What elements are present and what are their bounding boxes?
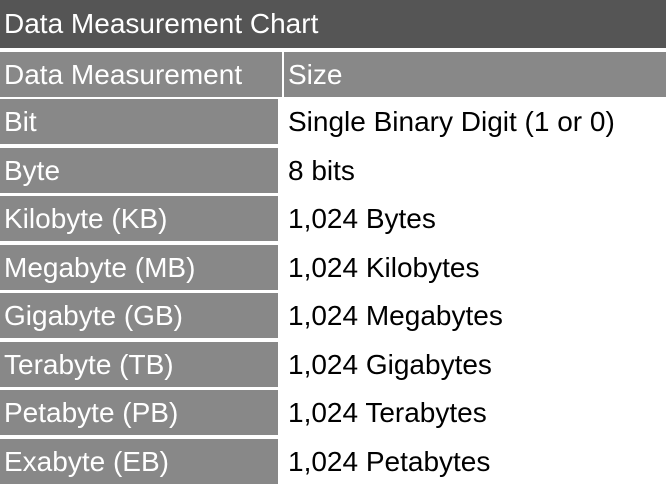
header-data-measurement: Data Measurement [0, 52, 282, 97]
row-size-value: 1,024 Petabytes [284, 439, 666, 484]
table-row: Bit Single Binary Digit (1 or 0) [0, 99, 666, 148]
table-row: Megabyte (MB) 1,024 Kilobytes [0, 245, 666, 294]
row-size-value: 1,024 Terabytes [284, 390, 666, 435]
row-size-value: 1,024 Gigabytes [284, 342, 666, 387]
chart-title: Data Measurement Chart [0, 0, 666, 48]
table-row: Terabyte (TB) 1,024 Gigabytes [0, 342, 666, 391]
row-measurement-name: Kilobyte (KB) [0, 196, 278, 241]
table-row: Gigabyte (GB) 1,024 Megabytes [0, 293, 666, 342]
row-measurement-name: Terabyte (TB) [0, 342, 278, 387]
row-measurement-name: Byte [0, 148, 278, 193]
row-size-value: Single Binary Digit (1 or 0) [284, 99, 666, 144]
table-row: Byte 8 bits [0, 148, 666, 197]
table-row: Kilobyte (KB) 1,024 Bytes [0, 196, 666, 245]
row-size-value: 1,024 Kilobytes [284, 245, 666, 290]
row-measurement-name: Megabyte (MB) [0, 245, 278, 290]
row-measurement-name: Gigabyte (GB) [0, 293, 278, 338]
table-row: Petabyte (PB) 1,024 Terabytes [0, 390, 666, 439]
row-size-value: 1,024 Bytes [284, 196, 666, 241]
row-size-value: 8 bits [284, 148, 666, 193]
header-size: Size [284, 52, 666, 97]
row-measurement-name: Bit [0, 99, 278, 144]
row-measurement-name: Exabyte (EB) [0, 439, 278, 484]
data-measurement-chart: Data Measurement Chart Data Measurement … [0, 0, 666, 484]
table-header-row: Data Measurement Size [0, 52, 666, 97]
table-body: Bit Single Binary Digit (1 or 0) Byte 8 … [0, 99, 666, 487]
row-measurement-name: Petabyte (PB) [0, 390, 278, 435]
table-row: Exabyte (EB) 1,024 Petabytes [0, 439, 666, 487]
row-size-value: 1,024 Megabytes [284, 293, 666, 338]
